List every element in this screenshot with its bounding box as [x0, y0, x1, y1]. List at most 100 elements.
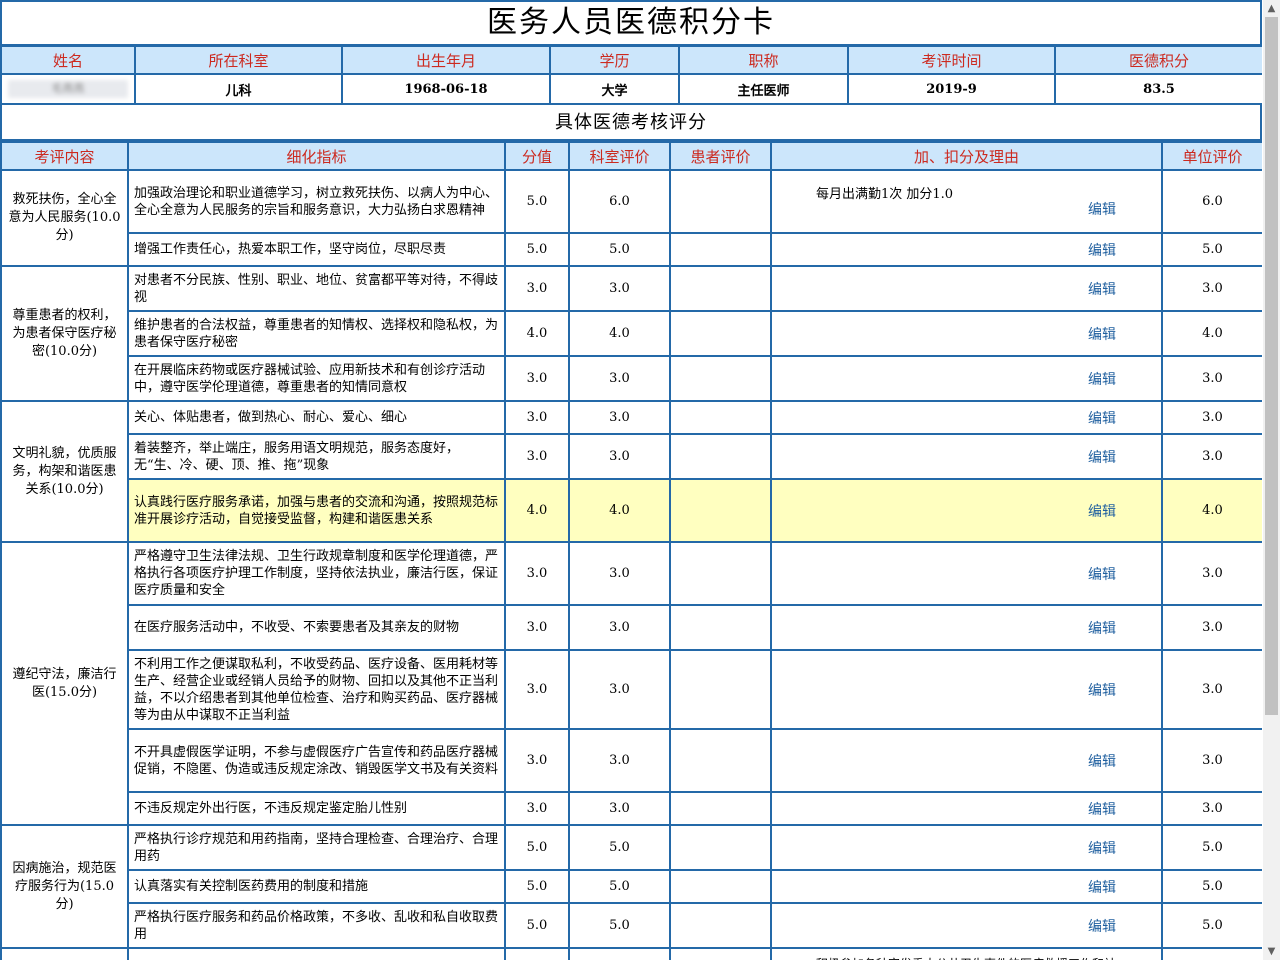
indicator-cell: 不违反规定外出行医，不违反规定鉴定胎儿性别	[127, 791, 506, 826]
table-row: 着装整齐，举止端庄，服务用语文明规范，服务态度好，无“生、冷、硬、顶、推、拖”现…	[1, 433, 1262, 480]
table-row: 不违反规定外出行医，不违反规定鉴定胎儿性别 3.0 3.0 编辑 3.0	[1, 791, 1262, 826]
reason-text: 每月出满勤1次 加分1.0	[816, 187, 954, 202]
score-cell: 5.0	[504, 902, 570, 949]
score-cell: 3.0	[504, 791, 570, 826]
table-row: 不利用工作之便谋取私利，不收受药品、医疗设备、医用耗材等生产、经营企业或经销人员…	[1, 649, 1262, 730]
edit-link[interactable]: 编辑	[1088, 916, 1116, 936]
table-row: 在开展临床药物或医疗器械试验、应用新技术和有创诊疗活动中，遵守医学伦理道德，尊重…	[1, 355, 1262, 402]
score-cell: 5.0	[504, 869, 570, 904]
section-subtitle: 具体医德考核评分	[0, 105, 1262, 141]
info-header-score: 医德积分	[1054, 45, 1262, 75]
edit-link[interactable]: 编辑	[1088, 564, 1116, 584]
partial-cell	[504, 947, 570, 960]
score-cell: 5.0	[504, 824, 570, 871]
unit-eval-cell: 3.0	[1161, 265, 1262, 312]
dept-eval-cell: 3.0	[568, 400, 671, 435]
category-cell: 尊重患者的权利，为患者保守医疗秘密(10.0分)	[0, 265, 129, 402]
score-cell: 3.0	[504, 433, 570, 480]
eval-header-content: 考评内容	[0, 141, 129, 171]
table-row: 认真践行医疗服务承诺，加强与患者的交流和沟通，按照规范标准开展诊疗活动，自觉接受…	[1, 478, 1262, 543]
edit-link[interactable]: 编辑	[1088, 199, 1116, 219]
table-row-partial: 积极参加各种突发重大公共卫生事件的医疗救援工作和社	[0, 947, 1262, 960]
edit-link[interactable]: 编辑	[1088, 240, 1116, 260]
patient-eval-cell	[669, 869, 772, 904]
edit-link[interactable]: 编辑	[1088, 447, 1116, 467]
edit-link[interactable]: 编辑	[1088, 501, 1116, 521]
dept-eval-cell: 3.0	[568, 728, 671, 793]
partial-cell	[568, 947, 671, 960]
patient-eval-cell	[669, 728, 772, 793]
table-row: 在医疗服务活动中，不收受、不索要患者及其亲友的财物 3.0 3.0 编辑 3.0	[1, 604, 1262, 651]
dept-eval-cell: 3.0	[568, 355, 671, 402]
scroll-up-icon[interactable]: ▲	[1263, 0, 1280, 17]
edit-link[interactable]: 编辑	[1088, 751, 1116, 771]
table-row: 救死扶伤，全心全意为人民服务(10.0分) 加强政治理论和职业道德学习，树立救死扶…	[0, 169, 1262, 267]
indicator-cell: 不开具虚假医学证明，不参与虚假医疗广告宣传和药品医疗器械促销，不隐匿、伪造或违反…	[127, 728, 506, 793]
edit-link[interactable]: 编辑	[1088, 279, 1116, 299]
partial-cell: 积极参加各种突发重大公共卫生事件的医疗救援工作和社	[770, 947, 1163, 960]
vertical-scrollbar[interactable]: ▲ ▼	[1263, 0, 1280, 960]
edit-link[interactable]: 编辑	[1088, 838, 1116, 858]
dept-eval-cell: 6.0	[568, 169, 671, 234]
unit-eval-cell: 5.0	[1161, 869, 1262, 904]
table-row: 增强工作责任心，热爱本职工作，坚守岗位，尽职尽责 5.0 5.0 编辑 5.0	[1, 232, 1262, 267]
category-cell: 救死扶伤，全心全意为人民服务(10.0分)	[0, 169, 129, 267]
indicator-cell: 加强政治理论和职业道德学习，树立救死扶伤、以病人为中心、全心全意为人民服务的宗旨…	[127, 169, 506, 234]
unit-eval-cell: 4.0	[1161, 478, 1262, 543]
unit-eval-cell: 3.0	[1161, 355, 1262, 402]
unit-eval-cell: 3.0	[1161, 400, 1262, 435]
unit-eval-cell: 5.0	[1161, 824, 1262, 871]
table-row: 文明礼貌，优质服务，构架和谐医患关系(10.0分) 关心、体贴患者，做到热心、耐心…	[0, 400, 1262, 543]
edit-link[interactable]: 编辑	[1088, 408, 1116, 428]
reason-cell: 编辑	[770, 265, 1163, 312]
info-title: 主任医师	[678, 73, 849, 105]
patient-eval-cell	[669, 824, 772, 871]
indicator-cell: 关心、体贴患者，做到热心、耐心、爱心、细心	[127, 400, 506, 435]
indicator-cell: 对患者不分民族、性别、职业、地位、贫富都平等对待，不得歧视	[127, 265, 506, 312]
dept-eval-cell: 3.0	[568, 604, 671, 651]
partial-reason-text: 积极参加各种突发重大公共卫生事件的医疗救援工作和社	[816, 955, 1116, 960]
patient-eval-cell	[669, 310, 772, 357]
dept-eval-cell: 5.0	[568, 902, 671, 949]
info-value-row: 毛燕燕 儿科 1968-06-18 大学 主任医师 2019-9 83.5	[0, 73, 1262, 105]
score-cell: 3.0	[504, 265, 570, 312]
reason-cell: 编辑	[770, 824, 1163, 871]
evaluation-table: 考评内容 细化指标 分值 科室评价 患者评价 加、扣分及理由 单位评价 救死扶伤…	[0, 141, 1262, 960]
unit-eval-cell: 3.0	[1161, 728, 1262, 793]
score-cell: 3.0	[504, 400, 570, 435]
score-cell: 3.0	[504, 355, 570, 402]
dept-eval-cell: 3.0	[568, 433, 671, 480]
partial-cell	[127, 947, 506, 960]
info-eval-time: 2019-9	[847, 73, 1056, 105]
score-cell: 3.0	[504, 541, 570, 606]
patient-eval-cell	[669, 433, 772, 480]
score-cell: 4.0	[504, 310, 570, 357]
info-score: 83.5	[1054, 73, 1262, 105]
dept-eval-cell: 3.0	[568, 649, 671, 730]
table-row: 遵纪守法，廉洁行医(15.0分) 严格遵守卫生法律法规、卫生行政规章制度和医学伦理…	[0, 541, 1262, 826]
reason-cell: 编辑	[770, 232, 1163, 267]
table-row: 严格执行医疗服务和药品价格政策，不多收、乱收和私自收取费用 5.0 5.0 编辑 5.0	[1, 902, 1262, 949]
dept-eval-cell: 4.0	[568, 310, 671, 357]
indicator-cell: 在医疗服务活动中，不收受、不索要患者及其亲友的财物	[127, 604, 506, 651]
unit-eval-cell: 6.0	[1161, 169, 1262, 234]
patient-eval-cell	[669, 169, 772, 234]
edit-link[interactable]: 编辑	[1088, 369, 1116, 389]
edit-link[interactable]: 编辑	[1088, 877, 1116, 897]
edit-link[interactable]: 编辑	[1088, 680, 1116, 700]
edit-link[interactable]: 编辑	[1088, 618, 1116, 638]
scroll-down-icon[interactable]: ▼	[1263, 943, 1280, 960]
category-cell: 因病施治，规范医疗服务行为(15.0分)	[0, 824, 129, 949]
edit-link[interactable]: 编辑	[1088, 799, 1116, 819]
unit-eval-cell: 5.0	[1161, 902, 1262, 949]
info-header-row: 姓名 所在科室 出生年月 学历 职称 考评时间 医德积分	[0, 45, 1262, 75]
reason-cell: 编辑	[770, 433, 1163, 480]
scrollbar-thumb[interactable]	[1265, 17, 1278, 715]
reason-cell: 编辑	[770, 728, 1163, 793]
edit-link[interactable]: 编辑	[1088, 324, 1116, 344]
patient-eval-cell	[669, 541, 772, 606]
reason-cell: 编辑	[770, 649, 1163, 730]
info-education: 大学	[549, 73, 680, 105]
dept-eval-cell: 5.0	[568, 824, 671, 871]
page-title: 医务人员医德积分卡	[0, 0, 1262, 46]
